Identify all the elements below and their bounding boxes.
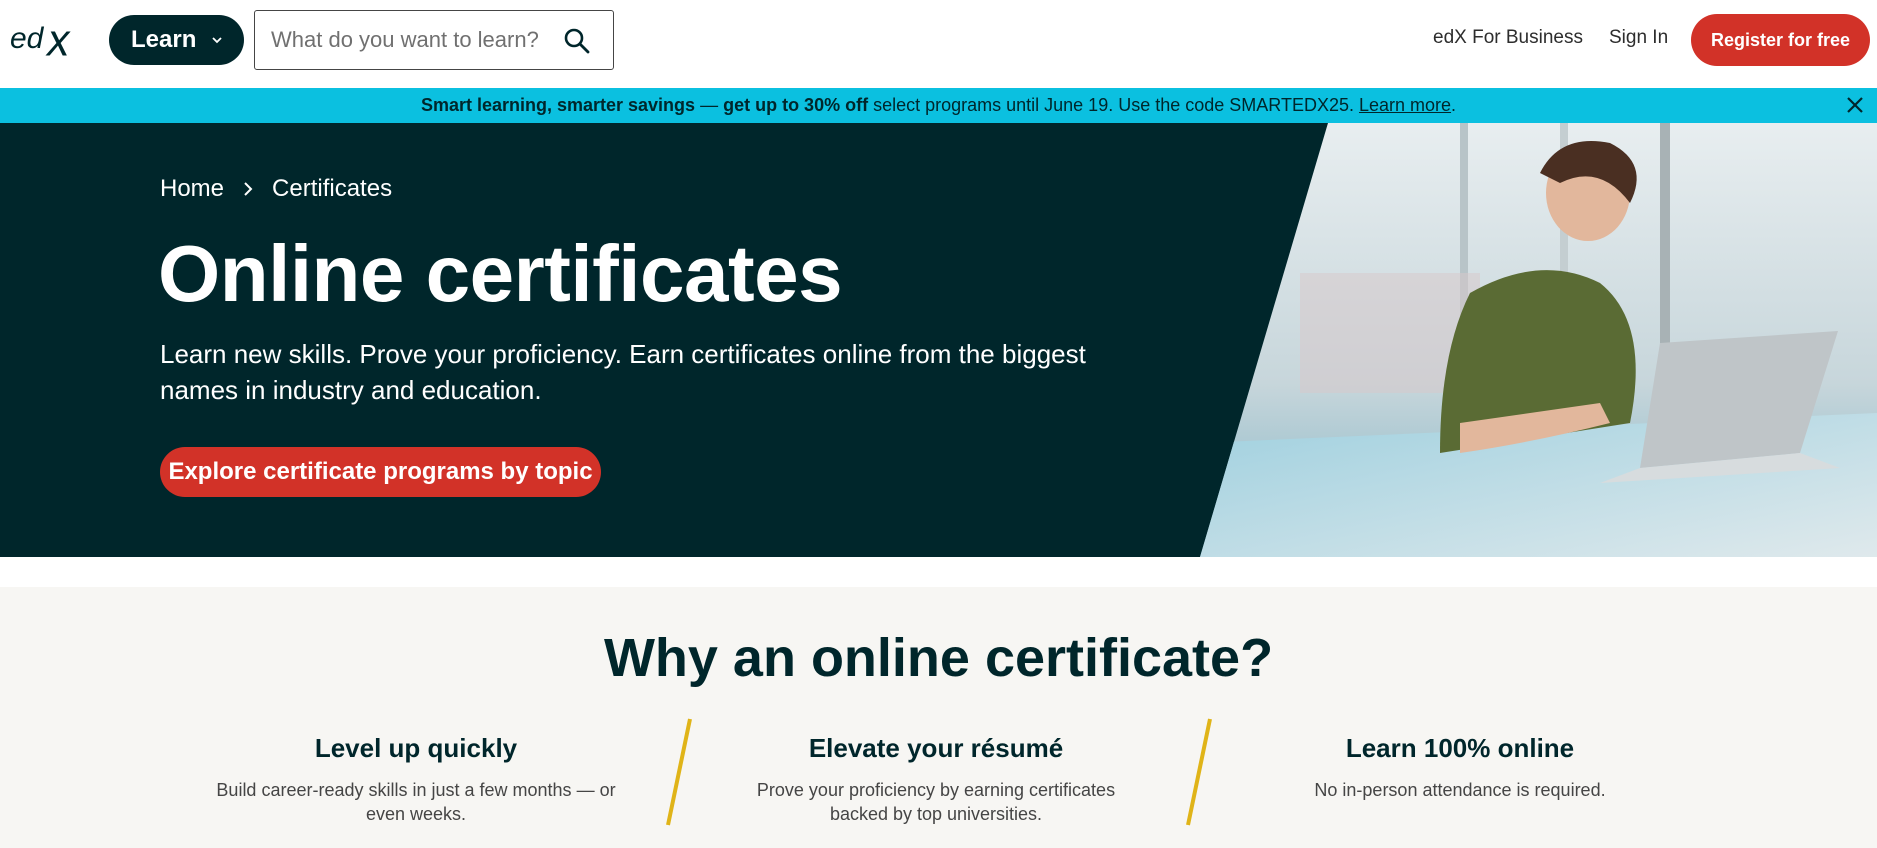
chevron-right-icon: [244, 182, 253, 196]
feature-text: Build career-ready skills in just a few …: [216, 780, 616, 824]
feature-item: Learn 100% online No in-person attendanc…: [1250, 733, 1670, 802]
promo-offer: get up to 30% off: [723, 95, 869, 115]
breadcrumb-home[interactable]: Home: [160, 175, 224, 203]
learn-menu-button[interactable]: Learn: [109, 15, 244, 65]
hero-section: Home Certificates Online certificates Le…: [0, 123, 1877, 557]
promo-rest: select programs until June 19. Use the c…: [868, 95, 1359, 115]
why-title: Why an online certificate?: [603, 628, 1274, 688]
feature-title: Level up quickly: [314, 733, 518, 763]
register-button[interactable]: Register for free: [1691, 14, 1870, 66]
sign-in-link[interactable]: Sign In: [1609, 27, 1668, 49]
feature-title: Elevate your résumé: [808, 733, 1064, 763]
feature-text: Prove your proficiency by earning certif…: [756, 780, 1116, 824]
search-box: [254, 10, 614, 70]
promo-message: Smart learning, smarter savings — get up…: [421, 95, 1456, 116]
edx-logo[interactable]: ed X: [8, 18, 82, 62]
why-section: Why an online certificate? Level up quic…: [0, 587, 1877, 848]
hero-subtitle: Learn new skills. Prove your proficiency…: [160, 339, 1086, 405]
breadcrumb: Home Certificates: [160, 175, 392, 203]
feature-text: No in-person attendance is required.: [1314, 780, 1606, 800]
search-icon[interactable]: [563, 27, 591, 55]
feature-title: Learn 100% online: [1345, 733, 1575, 763]
promo-dash: —: [695, 95, 724, 115]
learn-label: Learn: [131, 26, 197, 53]
close-icon[interactable]: [1845, 95, 1865, 115]
chevron-down-icon: [212, 37, 222, 44]
search-input[interactable]: [271, 25, 551, 55]
page-title: Online certificates: [158, 229, 843, 318]
logo-text-ed: ed: [10, 22, 45, 55]
feature-item: Level up quickly Build career-ready skil…: [206, 733, 626, 826]
promo-learn-more-link[interactable]: Learn more: [1359, 95, 1451, 115]
explore-programs-button[interactable]: Explore certificate programs by topic: [160, 447, 601, 497]
promo-end: .: [1451, 95, 1457, 115]
edx-for-business-link[interactable]: edX For Business: [1433, 27, 1583, 49]
feature-item: Elevate your résumé Prove your proficien…: [726, 733, 1146, 826]
breadcrumb-current: Certificates: [272, 175, 393, 202]
divider-slash: [1186, 718, 1212, 826]
promo-bold-text: Smart learning, smarter savings: [420, 95, 696, 115]
site-header: ed X Learn edX For Business Sign In Regi…: [0, 0, 1877, 88]
divider-slash: [666, 718, 692, 826]
logo-text-x: X: [44, 23, 72, 62]
promo-banner: Smart learning, smarter savings — get up…: [0, 88, 1877, 123]
